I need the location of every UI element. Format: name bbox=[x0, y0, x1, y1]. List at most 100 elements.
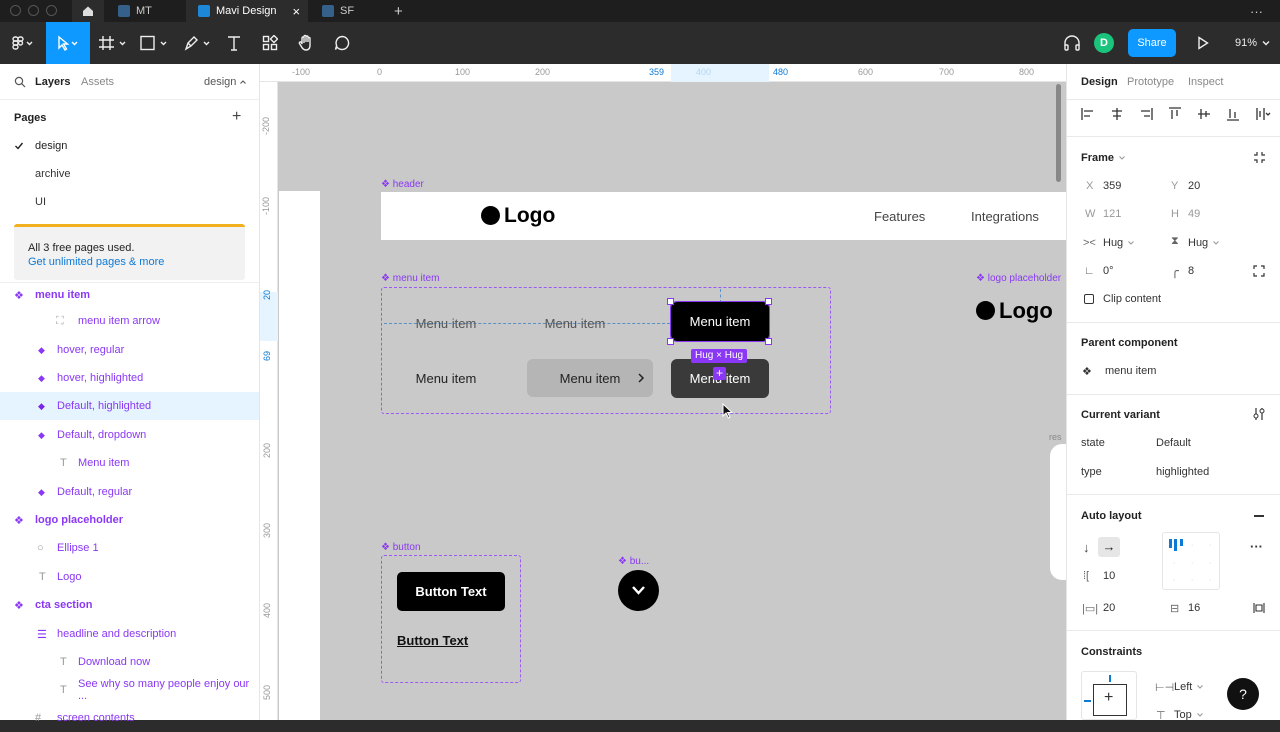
layer-see-why[interactable]: T See why so many people enjoy our ... bbox=[0, 676, 259, 704]
menu-item-default-regular[interactable]: Menu item bbox=[393, 359, 499, 397]
constraint-left-indicator[interactable] bbox=[1084, 700, 1091, 702]
menu-item-hover-highlighted[interactable]: Menu item bbox=[522, 310, 628, 336]
close-tab-icon[interactable]: × bbox=[293, 4, 301, 19]
constraint-top-indicator[interactable] bbox=[1109, 675, 1111, 682]
h-input[interactable]: 49 bbox=[1188, 208, 1200, 220]
tab-design[interactable]: Design bbox=[1081, 76, 1118, 88]
collapse-icon[interactable] bbox=[1253, 151, 1266, 164]
resize-handle[interactable] bbox=[765, 298, 772, 305]
layer-default-highlighted[interactable]: ◆ Default, highlighted bbox=[0, 392, 259, 420]
horizontal-direction-icon[interactable]: → bbox=[1098, 537, 1120, 557]
layer-cta-section[interactable]: ❖ cta section bbox=[0, 591, 259, 619]
tab-prototype[interactable]: Prototype bbox=[1127, 76, 1174, 88]
avatar[interactable]: D bbox=[1094, 22, 1114, 64]
alignment-grid[interactable]: · · · · · · · · bbox=[1162, 532, 1220, 590]
tab-inspect[interactable]: Inspect bbox=[1188, 76, 1223, 88]
menu-item-label[interactable]: ❖ menu item bbox=[381, 273, 439, 284]
button-link[interactable]: Button Text bbox=[397, 633, 468, 648]
main-menu-button[interactable] bbox=[4, 22, 42, 64]
page-dropdown[interactable]: design bbox=[204, 76, 247, 88]
horizontal-constraint-dropdown[interactable]: Left bbox=[1174, 681, 1204, 693]
radius-input[interactable]: 8 bbox=[1188, 265, 1194, 277]
page-item-design[interactable]: design bbox=[0, 132, 259, 160]
alignment-toolbar[interactable] bbox=[1081, 107, 1271, 121]
variant-settings-icon[interactable] bbox=[1253, 407, 1265, 421]
menu-item-default-highlighted-selected[interactable]: Menu item bbox=[670, 301, 770, 342]
button-label[interactable]: ❖ button bbox=[381, 542, 421, 553]
window-minimize-button[interactable] bbox=[28, 5, 39, 16]
menu-item-default-dropdown[interactable]: Menu item bbox=[527, 359, 653, 397]
layer-hover-highlighted[interactable]: ◆ hover, highlighted bbox=[0, 364, 259, 392]
layer-screen-contents[interactable]: # screen contents bbox=[0, 704, 259, 732]
hand-tool-button[interactable] bbox=[294, 22, 318, 64]
x-input[interactable]: 359 bbox=[1103, 180, 1121, 192]
vertical-padding-input[interactable]: 16 bbox=[1188, 602, 1200, 614]
resize-handle[interactable] bbox=[765, 338, 772, 345]
help-button[interactable]: ? bbox=[1227, 678, 1259, 710]
vertical-constraint-dropdown[interactable]: Top bbox=[1174, 709, 1204, 721]
layer-default-dropdown[interactable]: ◆ Default, dropdown bbox=[0, 421, 259, 449]
more-menu-icon[interactable]: ··· bbox=[1250, 0, 1270, 22]
shape-tool-button[interactable] bbox=[138, 22, 172, 64]
add-variant-icon[interactable]: + bbox=[713, 367, 726, 380]
frame-tool-button[interactable] bbox=[96, 22, 130, 64]
share-button[interactable]: Share bbox=[1128, 29, 1176, 57]
logo-placeholder-label[interactable]: ❖ logo placeholder bbox=[976, 273, 1061, 284]
resize-handle[interactable] bbox=[667, 298, 674, 305]
layer-ellipse-1[interactable]: ○ Ellipse 1 bbox=[0, 534, 259, 562]
add-page-button[interactable]: + bbox=[232, 108, 241, 126]
button-primary[interactable]: Button Text bbox=[397, 572, 505, 611]
clip-content-checkbox[interactable] bbox=[1084, 294, 1094, 304]
layer-text-menu-item[interactable]: T Menu item bbox=[0, 449, 259, 477]
upgrade-link[interactable]: Get unlimited pages & more bbox=[28, 256, 164, 268]
individual-padding-icon[interactable] bbox=[1253, 602, 1265, 614]
vertical-direction-icon[interactable]: ↓ bbox=[1083, 540, 1090, 555]
home-tab[interactable] bbox=[72, 0, 104, 22]
canvas[interactable]: -100 0 100 200 359 400 480 600 700 800 -… bbox=[260, 64, 1066, 720]
variant-prop-type-dropdown[interactable]: highlighted bbox=[1156, 466, 1209, 478]
comment-tool-button[interactable] bbox=[330, 22, 354, 64]
nav-integrations[interactable]: Integrations bbox=[971, 209, 1039, 224]
new-tab-button[interactable]: + bbox=[394, 0, 408, 22]
window-close-button[interactable] bbox=[10, 5, 21, 16]
constraints-widget[interactable]: + bbox=[1081, 671, 1137, 720]
y-input[interactable]: 20 bbox=[1188, 180, 1200, 192]
tab-mavi-design[interactable]: Mavi Design × bbox=[186, 0, 308, 22]
layer-download-now[interactable]: T Download now bbox=[0, 648, 259, 676]
frame-label-truncated[interactable]: res bbox=[1049, 432, 1062, 442]
layer-menu-item-arrow[interactable]: ⛶ menu item arrow bbox=[0, 307, 259, 335]
tab-layers[interactable]: Layers bbox=[35, 76, 70, 88]
tab-mt[interactable]: MT bbox=[110, 0, 180, 22]
w-input[interactable]: 121 bbox=[1103, 208, 1121, 220]
parent-component-link[interactable]: menu item bbox=[1105, 365, 1156, 377]
pen-tool-button[interactable] bbox=[182, 22, 216, 64]
header-frame[interactable]: Logo Features Integrations bbox=[381, 192, 1066, 240]
present-button[interactable] bbox=[1192, 22, 1214, 64]
header-frame-label[interactable]: ❖ header bbox=[381, 179, 424, 190]
remove-auto-layout-button[interactable] bbox=[1254, 515, 1264, 517]
constraint-center-icon[interactable]: + bbox=[1104, 689, 1113, 707]
independent-corners-icon[interactable] bbox=[1253, 265, 1265, 277]
frame-section-dropdown[interactable]: Frame bbox=[1081, 152, 1126, 164]
window-maximize-button[interactable] bbox=[46, 5, 57, 16]
layer-menu-item[interactable]: ❖ menu item bbox=[0, 281, 259, 309]
text-tool-button[interactable] bbox=[222, 22, 246, 64]
resize-handle[interactable] bbox=[667, 338, 674, 345]
rotation-input[interactable]: 0° bbox=[1103, 265, 1114, 277]
height-sizing-dropdown[interactable]: Hug bbox=[1188, 237, 1220, 249]
search-icon[interactable] bbox=[14, 76, 26, 88]
spacing-input[interactable]: 10 bbox=[1103, 570, 1115, 582]
width-sizing-dropdown[interactable]: Hug bbox=[1103, 237, 1135, 249]
variant-prop-state-dropdown[interactable]: Default bbox=[1156, 437, 1191, 449]
nav-features[interactable]: Features bbox=[874, 209, 925, 224]
more-options-icon[interactable]: ··· bbox=[1250, 539, 1263, 554]
layer-logo-text[interactable]: T Logo bbox=[0, 563, 259, 591]
layer-logo-placeholder[interactable]: ❖ logo placeholder bbox=[0, 506, 259, 534]
bu-label[interactable]: ❖ bu... bbox=[618, 556, 649, 567]
layer-headline-and-description[interactable]: ☰ headline and description bbox=[0, 620, 259, 648]
canvas-scrollbar[interactable] bbox=[1056, 84, 1061, 182]
page-item-archive[interactable]: archive bbox=[0, 160, 259, 188]
round-dropdown-button[interactable] bbox=[618, 570, 659, 611]
logo-placeholder-text[interactable]: Logo bbox=[999, 298, 1053, 324]
resources-tool-button[interactable] bbox=[258, 22, 282, 64]
